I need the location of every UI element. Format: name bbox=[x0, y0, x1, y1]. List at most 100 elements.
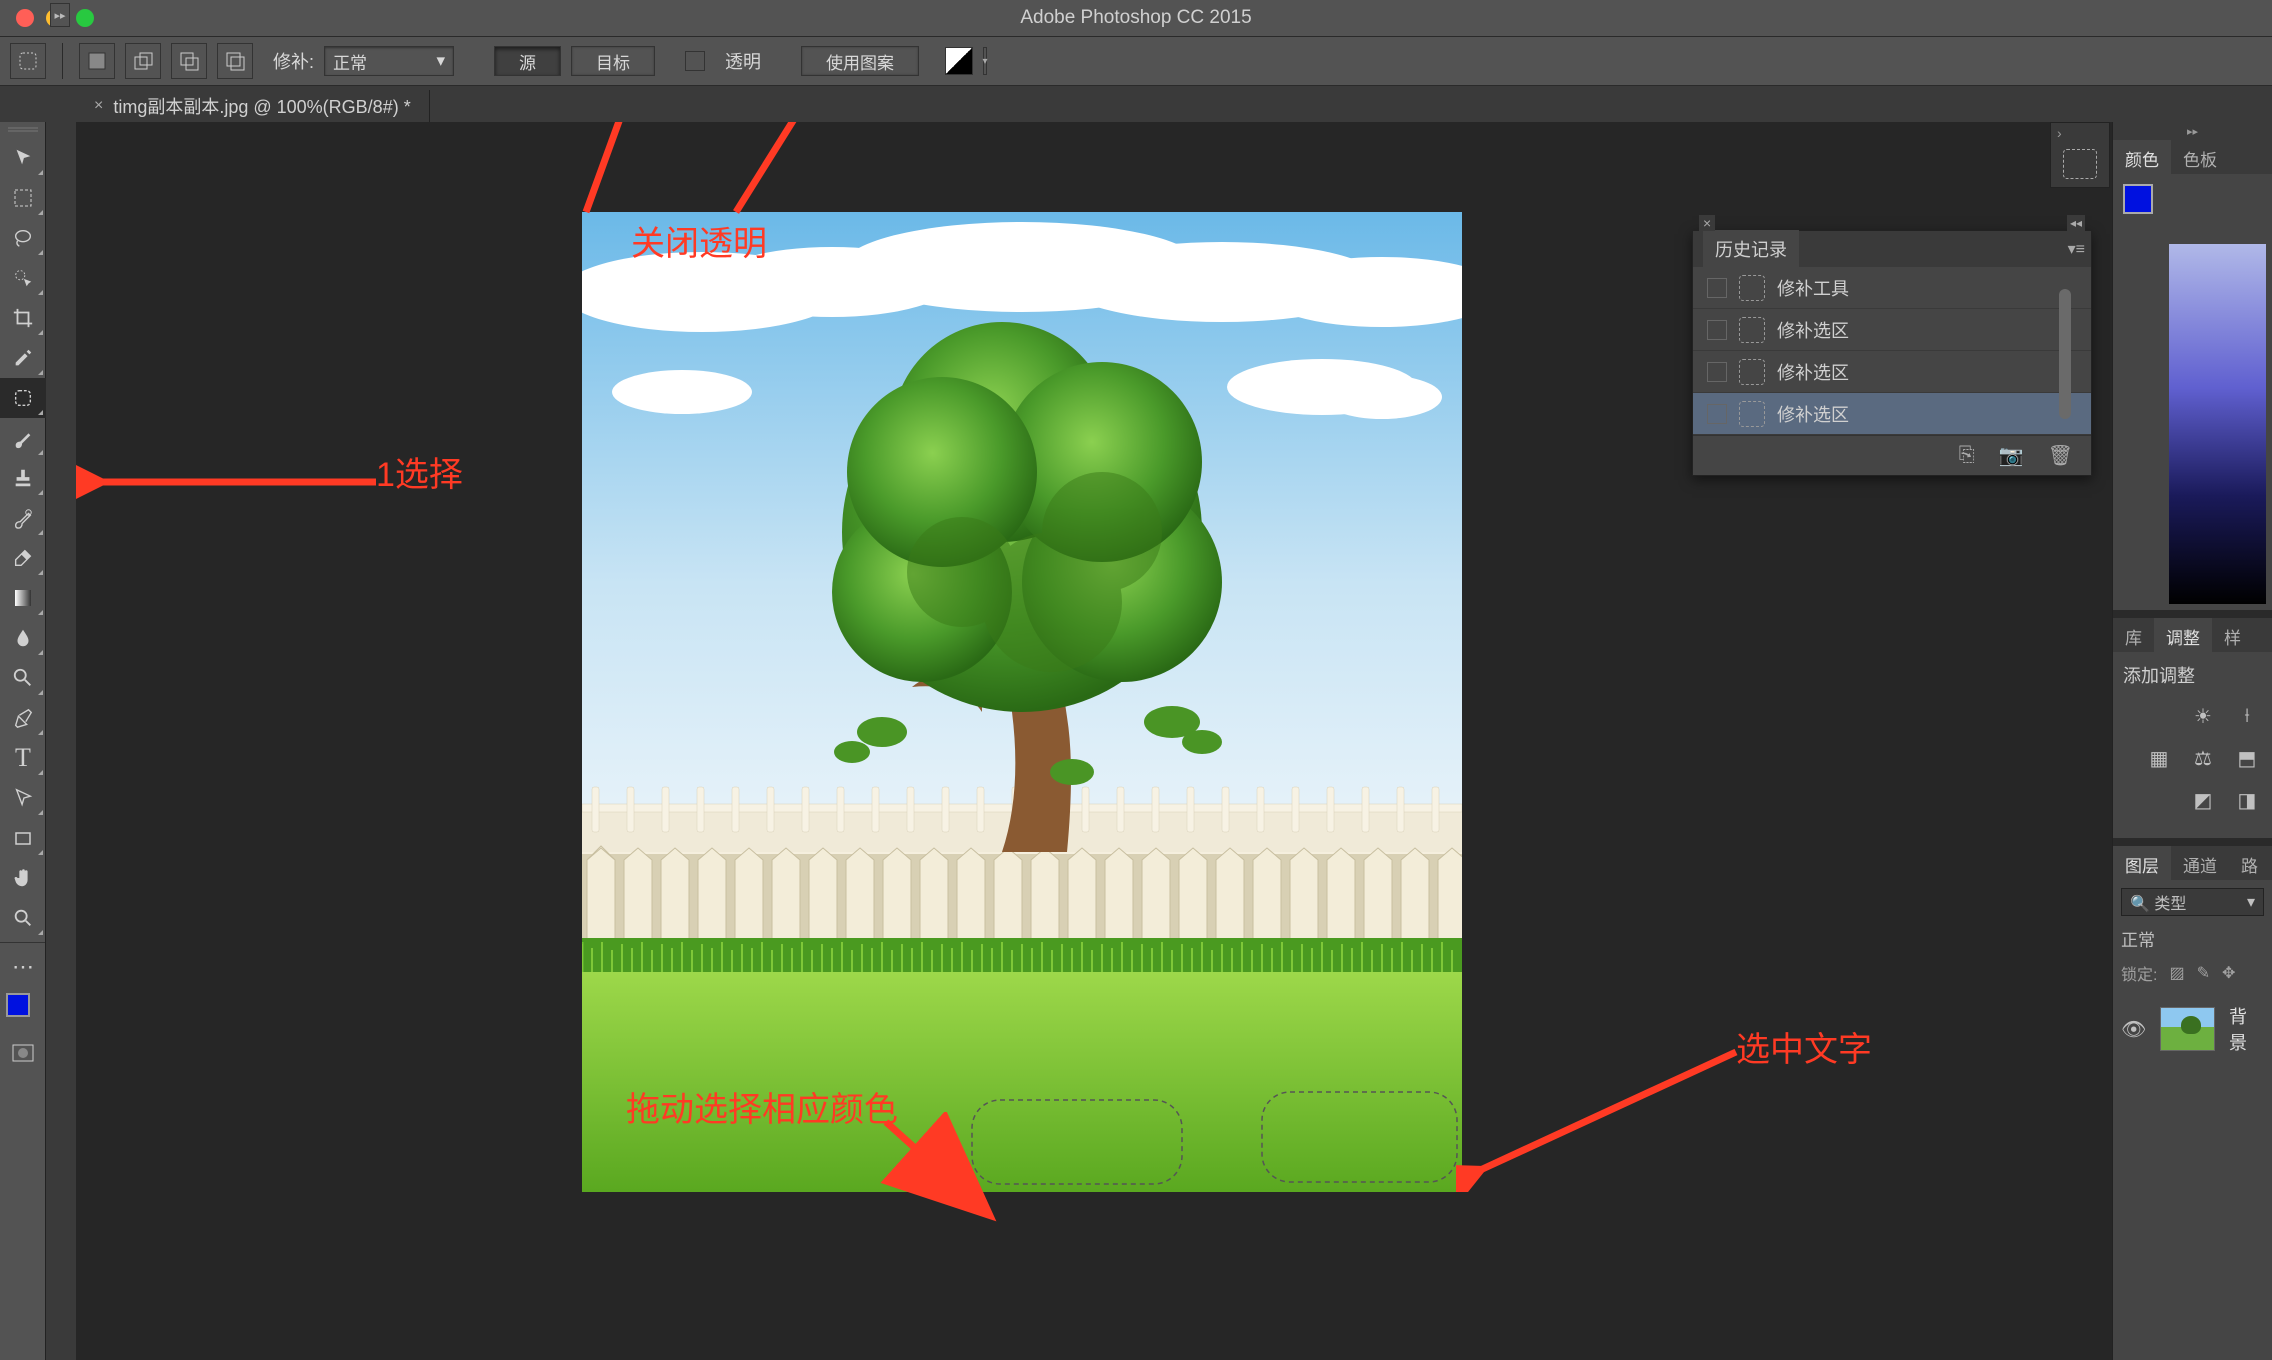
invert-icon[interactable]: ◩ bbox=[2188, 786, 2218, 814]
blur-tool[interactable] bbox=[0, 618, 46, 658]
expand-icon[interactable]: › bbox=[2057, 125, 2062, 141]
transparent-checkbox[interactable] bbox=[685, 51, 705, 71]
layers-tab[interactable]: 图层 bbox=[2113, 846, 2171, 880]
styles-tab[interactable]: 样 bbox=[2212, 618, 2253, 652]
gradient-tool[interactable] bbox=[0, 578, 46, 618]
patch-mode-dropdown[interactable]: 正常 ▾ bbox=[324, 46, 454, 76]
panel-menu-icon[interactable]: ▾≡ bbox=[2068, 239, 2085, 259]
document-tab[interactable]: × timg副本副本.jpg @ 100%(RGB/8#) * bbox=[76, 90, 430, 122]
snapshot-icon[interactable]: 📷 bbox=[1999, 443, 2024, 468]
selection-intersect-icon[interactable] bbox=[217, 43, 253, 79]
pattern-swatch[interactable] bbox=[945, 47, 973, 75]
selection-new-icon[interactable] bbox=[79, 43, 115, 79]
posterize-icon[interactable]: ◨ bbox=[2232, 786, 2262, 814]
new-document-icon[interactable]: ⎘ bbox=[1959, 444, 1975, 467]
zoom-tool[interactable] bbox=[0, 898, 46, 938]
levels-icon[interactable]: ⟊ bbox=[2232, 702, 2262, 730]
arrow-icon bbox=[866, 1112, 1006, 1232]
scrollbar-thumb[interactable] bbox=[2059, 289, 2071, 419]
libraries-tab[interactable]: 库 bbox=[2113, 618, 2154, 652]
adjustments-tab[interactable]: 调整 bbox=[2154, 618, 2212, 652]
channels-tab[interactable]: 通道 bbox=[2171, 846, 2229, 880]
eyedropper-tool[interactable] bbox=[0, 338, 46, 378]
balance-icon[interactable]: ⚖ bbox=[2188, 744, 2218, 772]
hand-tool[interactable] bbox=[0, 858, 46, 898]
history-brush-tool[interactable] bbox=[0, 498, 46, 538]
history-step-icon bbox=[1739, 359, 1765, 385]
history-item[interactable]: 修补选区 bbox=[1693, 309, 2091, 351]
type-tool[interactable]: T bbox=[0, 738, 46, 778]
layer-filter-dropdown[interactable]: 🔍 类型 ▾ bbox=[2121, 888, 2264, 916]
layer-thumbnail[interactable] bbox=[2160, 1007, 2215, 1051]
history-visibility-icon[interactable] bbox=[1707, 278, 1727, 298]
toolbox-handle[interactable] bbox=[0, 122, 45, 138]
history-visibility-icon[interactable] bbox=[1707, 362, 1727, 382]
swatches-tab[interactable]: 色板 bbox=[2171, 140, 2229, 174]
history-item[interactable]: 修补选区 bbox=[1693, 351, 2091, 393]
close-panel-icon[interactable]: × bbox=[1699, 215, 1715, 231]
color-tab[interactable]: 颜色 bbox=[2113, 140, 2171, 174]
edit-toolbar-icon[interactable]: ⋯ bbox=[0, 947, 46, 987]
brightness-icon[interactable]: ☀ bbox=[2188, 702, 2218, 730]
collapse-dock-icon[interactable]: ▸▸ bbox=[2113, 122, 2272, 140]
layer-row[interactable]: 👁 背景 bbox=[2121, 995, 2264, 1063]
dodge-tool[interactable] bbox=[0, 658, 46, 698]
lock-paint-icon[interactable]: ✎ bbox=[2197, 963, 2210, 983]
adjust-panel-tabs: 库 调整 样 bbox=[2113, 618, 2272, 652]
selection-subtract-icon[interactable] bbox=[171, 43, 207, 79]
path-select-tool[interactable] bbox=[0, 778, 46, 818]
history-item[interactable]: 修补工具 bbox=[1693, 267, 2091, 309]
collapse-panel-icon[interactable]: ◂◂ bbox=[2067, 215, 2085, 231]
history-tab[interactable]: 历史记录 bbox=[1703, 230, 1799, 268]
marquee-tool[interactable] bbox=[0, 178, 46, 218]
history-step-icon bbox=[1739, 275, 1765, 301]
pen-tool[interactable] bbox=[0, 698, 46, 738]
history-list: 修补工具 修补选区 修补选区 修补选区 bbox=[1693, 267, 2091, 435]
source-button[interactable]: 源 bbox=[494, 46, 561, 76]
close-tab-icon[interactable]: × bbox=[94, 97, 103, 115]
paths-tab[interactable]: 路 bbox=[2229, 846, 2270, 880]
app-title: Adobe Photoshop CC 2015 bbox=[1020, 7, 1251, 29]
foreground-color-swatch[interactable] bbox=[6, 993, 30, 1017]
lock-transparent-icon[interactable]: ▨ bbox=[2169, 963, 2184, 983]
patch-tool[interactable] bbox=[0, 378, 46, 418]
quick-mask-toggle[interactable] bbox=[0, 1033, 46, 1073]
curves-icon[interactable]: ⬒ bbox=[2232, 744, 2262, 772]
right-panel-dock: ▸▸ 颜色 色板 库 调整 样 添加调整 ☀ ⟊ ▦ ⚖ ⬒ ◩ ◨ 图层 通道… bbox=[2112, 122, 2272, 1360]
annotation-close-transparent: 关闭透明 bbox=[631, 216, 767, 265]
history-item-label: 修补工具 bbox=[1777, 275, 1849, 301]
eraser-tool[interactable] bbox=[0, 538, 46, 578]
move-tool[interactable] bbox=[0, 138, 46, 178]
lock-position-icon[interactable]: ✥ bbox=[2222, 963, 2235, 983]
history-item[interactable]: 修补选区 bbox=[1693, 393, 2091, 435]
history-visibility-icon[interactable] bbox=[1707, 404, 1727, 424]
trash-icon[interactable]: 🗑 bbox=[2048, 443, 2073, 468]
annotation-select-tool: 1选择 bbox=[376, 447, 463, 496]
color-spectrum[interactable] bbox=[2169, 244, 2266, 604]
panel-icon[interactable] bbox=[2063, 149, 2097, 179]
quick-select-tool[interactable] bbox=[0, 258, 46, 298]
foreground-color-swatch[interactable] bbox=[2123, 184, 2153, 214]
stamp-tool[interactable] bbox=[0, 458, 46, 498]
lasso-tool[interactable] bbox=[0, 218, 46, 258]
brush-tool[interactable] bbox=[0, 418, 46, 458]
target-button[interactable]: 目标 bbox=[571, 46, 655, 76]
arrow-icon bbox=[526, 122, 656, 222]
crop-tool[interactable] bbox=[0, 298, 46, 338]
collapsed-panel-strip[interactable]: › bbox=[2050, 122, 2110, 188]
history-visibility-icon[interactable] bbox=[1707, 320, 1727, 340]
use-pattern-button[interactable]: 使用图案 bbox=[801, 46, 919, 76]
selection-add-icon[interactable] bbox=[125, 43, 161, 79]
close-window-icon[interactable] bbox=[16, 9, 34, 27]
maximize-window-icon[interactable] bbox=[76, 9, 94, 27]
exposure-icon[interactable]: ▦ bbox=[2144, 744, 2174, 772]
blend-mode-dropdown[interactable]: 正常 bbox=[2121, 926, 2264, 951]
layers-panel-tabs: 图层 通道 路 bbox=[2113, 846, 2272, 880]
document-canvas[interactable] bbox=[582, 212, 1462, 1192]
expand-toolbox-icon[interactable]: ▸▸ bbox=[50, 3, 70, 27]
rectangle-tool[interactable] bbox=[0, 818, 46, 858]
color-swatches[interactable] bbox=[6, 993, 40, 1027]
visibility-toggle-icon[interactable]: 👁 bbox=[2121, 1017, 2146, 1042]
pattern-picker-arrow[interactable]: ▾ bbox=[983, 47, 987, 75]
patch-tool-icon[interactable] bbox=[10, 43, 46, 79]
